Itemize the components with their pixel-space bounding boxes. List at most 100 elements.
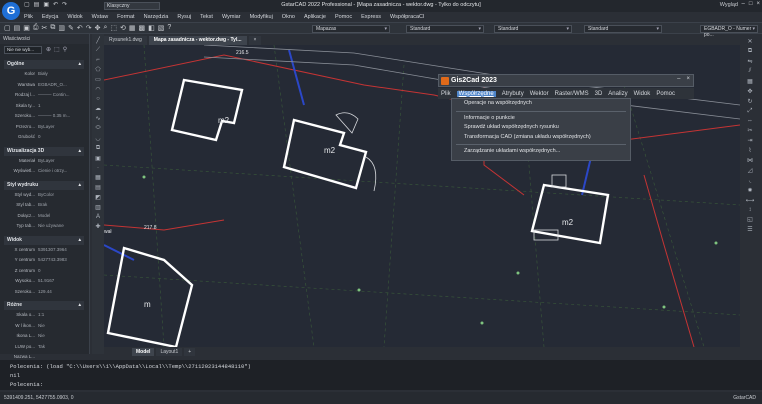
- property-row[interactable]: Styl wyd... ByColor: [4, 190, 84, 201]
- dd-transform-cad[interactable]: Transformacja CAD (zmiana układu współrz…: [452, 133, 630, 143]
- menu-file[interactable]: Plik: [24, 14, 33, 20]
- property-value[interactable]: Cienie i otrzy...: [38, 166, 84, 177]
- menu-help[interactable]: Pomoc: [335, 14, 352, 20]
- polyline-icon[interactable]: ⌐: [96, 57, 100, 63]
- property-value[interactable]: 0: [38, 132, 84, 143]
- selection-select[interactable]: Nie nie wyb...: [4, 46, 42, 54]
- rotate-icon[interactable]: ↻: [747, 98, 752, 105]
- property-value[interactable]: ——— 0.35 m...: [38, 111, 84, 122]
- g2c-menu-file[interactable]: Plik: [441, 91, 451, 97]
- section-header[interactable]: Wizualizacja 3D: [4, 146, 84, 156]
- menu-tools[interactable]: Narzędzia: [144, 14, 169, 20]
- ellipse-arc-icon[interactable]: ◡: [95, 135, 100, 142]
- property-row[interactable]: Wyświetl... Cienie i otrzy...: [4, 166, 84, 177]
- properties-icon[interactable]: ▦: [129, 24, 136, 32]
- gradient-icon[interactable]: ▤: [95, 184, 101, 191]
- save-icon[interactable]: ▣: [43, 1, 49, 8]
- property-row[interactable]: Szeroko... 129.44: [4, 287, 84, 298]
- g2c-menu-3d[interactable]: 3D: [595, 91, 603, 97]
- property-value[interactable]: 0: [38, 266, 84, 277]
- layer-select[interactable]: Mapazas: [312, 25, 390, 33]
- zoom-icon[interactable]: ⌕: [103, 24, 107, 32]
- insert-block-icon[interactable]: ⧉: [96, 145, 100, 152]
- section-header[interactable]: Różne: [4, 301, 84, 310]
- workspace-select[interactable]: Klasyczny: [104, 2, 160, 10]
- gis2cad-minimize-button[interactable]: –: [677, 76, 680, 82]
- property-value[interactable]: ByColor: [38, 190, 84, 201]
- property-value[interactable]: ByLayer: [38, 156, 84, 167]
- undo-icon[interactable]: ↶: [77, 24, 83, 32]
- erase-icon[interactable]: ✕: [747, 38, 752, 45]
- undo-icon[interactable]: ↶: [53, 1, 58, 8]
- select-objects-icon[interactable]: ⬚: [54, 46, 60, 53]
- extra-select[interactable]: EGBADR_O - Numer po...: [700, 25, 758, 38]
- copy-obj-icon[interactable]: ⧉: [748, 48, 752, 55]
- command-prompt[interactable]: Polecenia:: [10, 380, 752, 389]
- dist-icon[interactable]: ↕: [749, 207, 752, 213]
- palette-icon[interactable]: ◧: [148, 24, 155, 32]
- app-logo[interactable]: G: [2, 2, 20, 20]
- dd-check-crs[interactable]: Sprawdź układ współrzędnych rysunku: [452, 123, 630, 133]
- help-icon[interactable]: ?: [167, 24, 171, 32]
- property-row[interactable]: Styl tab... Brak: [4, 200, 84, 211]
- construction-line-icon[interactable]: ⟋: [96, 47, 100, 54]
- tab-add-layout[interactable]: +: [184, 347, 196, 356]
- zoom-prev-icon[interactable]: ⟲: [120, 24, 126, 32]
- tab-drawing1[interactable]: Rysunek1.dwg: [104, 36, 147, 45]
- property-row[interactable]: Kolor Biały: [4, 69, 84, 80]
- menu-edit[interactable]: Edycja: [42, 14, 59, 20]
- hatch-icon[interactable]: ▦: [95, 174, 101, 181]
- command-line[interactable]: Polecenia: (load "C:\\Users\\1\\AppData\…: [0, 360, 762, 390]
- paste-icon[interactable]: ▥: [58, 24, 65, 32]
- extend-icon[interactable]: ⇥: [747, 137, 752, 144]
- region-icon[interactable]: ◩: [95, 194, 101, 201]
- g2c-menu-vector[interactable]: Wektor: [530, 91, 549, 97]
- property-value[interactable]: 5427743.3983: [38, 255, 84, 266]
- calc-icon[interactable]: ▧: [158, 24, 165, 32]
- property-row[interactable]: W l ikon... Nie: [4, 321, 84, 332]
- join-icon[interactable]: ⋈: [747, 157, 753, 164]
- trim-icon[interactable]: ✂: [747, 127, 752, 134]
- circle-icon[interactable]: ○: [96, 96, 100, 102]
- menu-text[interactable]: Tekst: [200, 14, 213, 20]
- tab-close[interactable]: ×: [248, 36, 262, 45]
- property-row[interactable]: Szeroko... ——— 0.35 m...: [4, 111, 84, 122]
- dd-manage-crs[interactable]: Zarządzanie układami współrzędnych...: [452, 147, 630, 157]
- quick-select-icon[interactable]: ⚲: [63, 46, 67, 53]
- property-value[interactable]: Nie: [38, 331, 84, 342]
- section-header[interactable]: Ogólne: [4, 60, 84, 69]
- property-row[interactable]: LUW po... Tak: [4, 342, 84, 353]
- close-button[interactable]: ×: [756, 1, 760, 7]
- property-row[interactable]: Wysoko... 51.9167: [4, 276, 84, 287]
- pan-icon[interactable]: ✥: [95, 24, 101, 32]
- explode-icon[interactable]: ✸: [747, 187, 752, 194]
- zoom-window-icon[interactable]: ⬚: [110, 24, 117, 32]
- array-icon[interactable]: ▦: [747, 78, 753, 85]
- save-icon[interactable]: ▣: [23, 24, 30, 32]
- section-header[interactable]: Widok: [4, 235, 84, 245]
- menu-dimension[interactable]: Wymiar: [222, 14, 241, 20]
- appearance-menu[interactable]: Wygląd: [720, 2, 738, 8]
- ellipse-icon[interactable]: ⬭: [95, 125, 100, 132]
- menu-insert[interactable]: Wstaw: [92, 14, 109, 20]
- print-icon[interactable]: ⎙: [33, 24, 39, 32]
- gis2cad-window[interactable]: Gis2Cad 2023 – ×: [438, 74, 694, 87]
- gis2cad-close-button[interactable]: ×: [686, 76, 690, 82]
- minimize-button[interactable]: –: [742, 1, 745, 7]
- menu-express[interactable]: Express: [361, 14, 381, 20]
- spline-icon[interactable]: ∿: [95, 115, 100, 122]
- stretch-icon[interactable]: ⇔: [747, 118, 753, 124]
- move-icon[interactable]: ✥: [747, 88, 752, 95]
- property-value[interactable]: ByLayer: [38, 122, 84, 133]
- rectangle-icon[interactable]: ▭: [95, 76, 101, 83]
- property-row[interactable]: Ikona L... Nie: [4, 331, 84, 342]
- property-row[interactable]: Z centrum 0: [4, 266, 84, 277]
- measure-icon[interactable]: ⟷: [746, 197, 755, 204]
- menu-draw[interactable]: Rysuj: [177, 14, 191, 20]
- make-block-icon[interactable]: ▣: [95, 155, 101, 162]
- revcloud-icon[interactable]: ☁: [95, 105, 101, 112]
- new-file-icon[interactable]: ▢: [24, 1, 30, 8]
- maximize-button[interactable]: □: [749, 1, 753, 7]
- offset-icon[interactable]: ⫽: [749, 68, 752, 75]
- property-value[interactable]: 1: [38, 101, 84, 112]
